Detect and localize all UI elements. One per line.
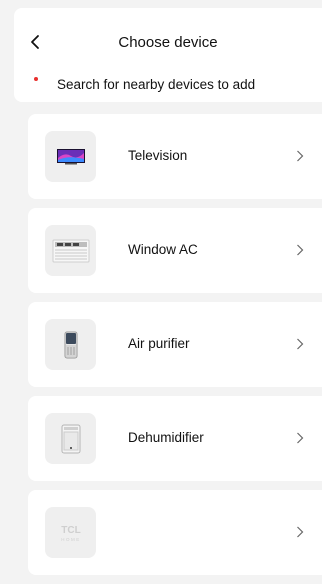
tcl-logo-subtext: HOME (61, 537, 81, 542)
device-label: Air purifier (128, 336, 190, 351)
chevron-right-icon (296, 431, 304, 445)
device-item-dehumidifier[interactable]: Dehumidifier (28, 396, 322, 481)
device-item-window-ac[interactable]: Window AC (28, 208, 322, 293)
device-label: Window AC (128, 242, 198, 257)
device-item-tcl-home[interactable]: TCL HOME (28, 490, 322, 575)
air-purifier-icon (45, 319, 96, 370)
tcl-home-logo-icon: TCL HOME (45, 507, 96, 558)
device-item-television[interactable]: Television (28, 114, 322, 199)
device-item-air-purifier[interactable]: Air purifier (28, 302, 322, 387)
chevron-right-icon (296, 337, 304, 351)
dehumidifier-icon (45, 413, 96, 464)
search-nearby-devices-row[interactable]: Search for nearby devices to add (34, 74, 255, 94)
device-list: Television Window AC Air purifier Dehumi… (28, 114, 322, 584)
device-label: Television (128, 148, 188, 163)
chevron-right-icon (296, 243, 304, 257)
search-nearby-devices-label: Search for nearby devices to add (57, 76, 256, 92)
window-ac-icon (45, 225, 96, 276)
chevron-right-icon (296, 149, 304, 163)
television-icon (45, 131, 96, 182)
chevron-right-icon (296, 525, 304, 539)
tcl-logo-text: TCL (61, 525, 80, 536)
header-panel: Choose device Search for nearby devices … (14, 8, 322, 102)
notification-dot-icon (34, 77, 38, 81)
page-title: Choose device (118, 34, 218, 51)
device-label: Dehumidifier (128, 430, 204, 445)
